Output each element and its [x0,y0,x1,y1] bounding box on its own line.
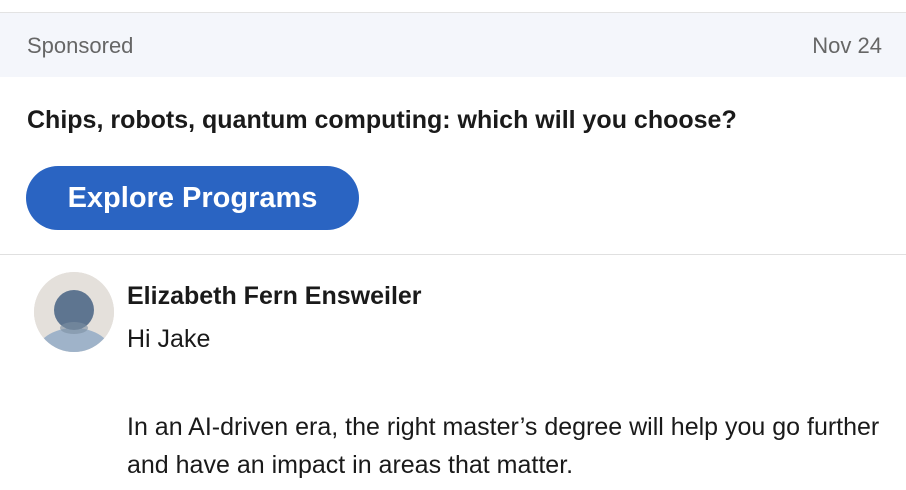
message-body: In an AI-driven era, the right master’s … [127,413,880,479]
sponsored-header: Sponsored Nov 24 [0,13,906,77]
person-placeholder-icon [34,272,114,352]
sponsored-label: Sponsored [27,33,134,58]
divider [0,254,906,255]
ad-date: Nov 24 [812,33,882,58]
ad-headline[interactable]: Chips, robots, quantum computing: which … [27,106,737,135]
explore-programs-button[interactable]: Explore Programs [26,166,359,230]
sender-name[interactable]: Elizabeth Fern Ensweiler [127,282,422,311]
previous-item-edge [0,0,906,13]
avatar[interactable] [34,272,114,352]
message-greeting: Hi Jake [127,325,211,353]
